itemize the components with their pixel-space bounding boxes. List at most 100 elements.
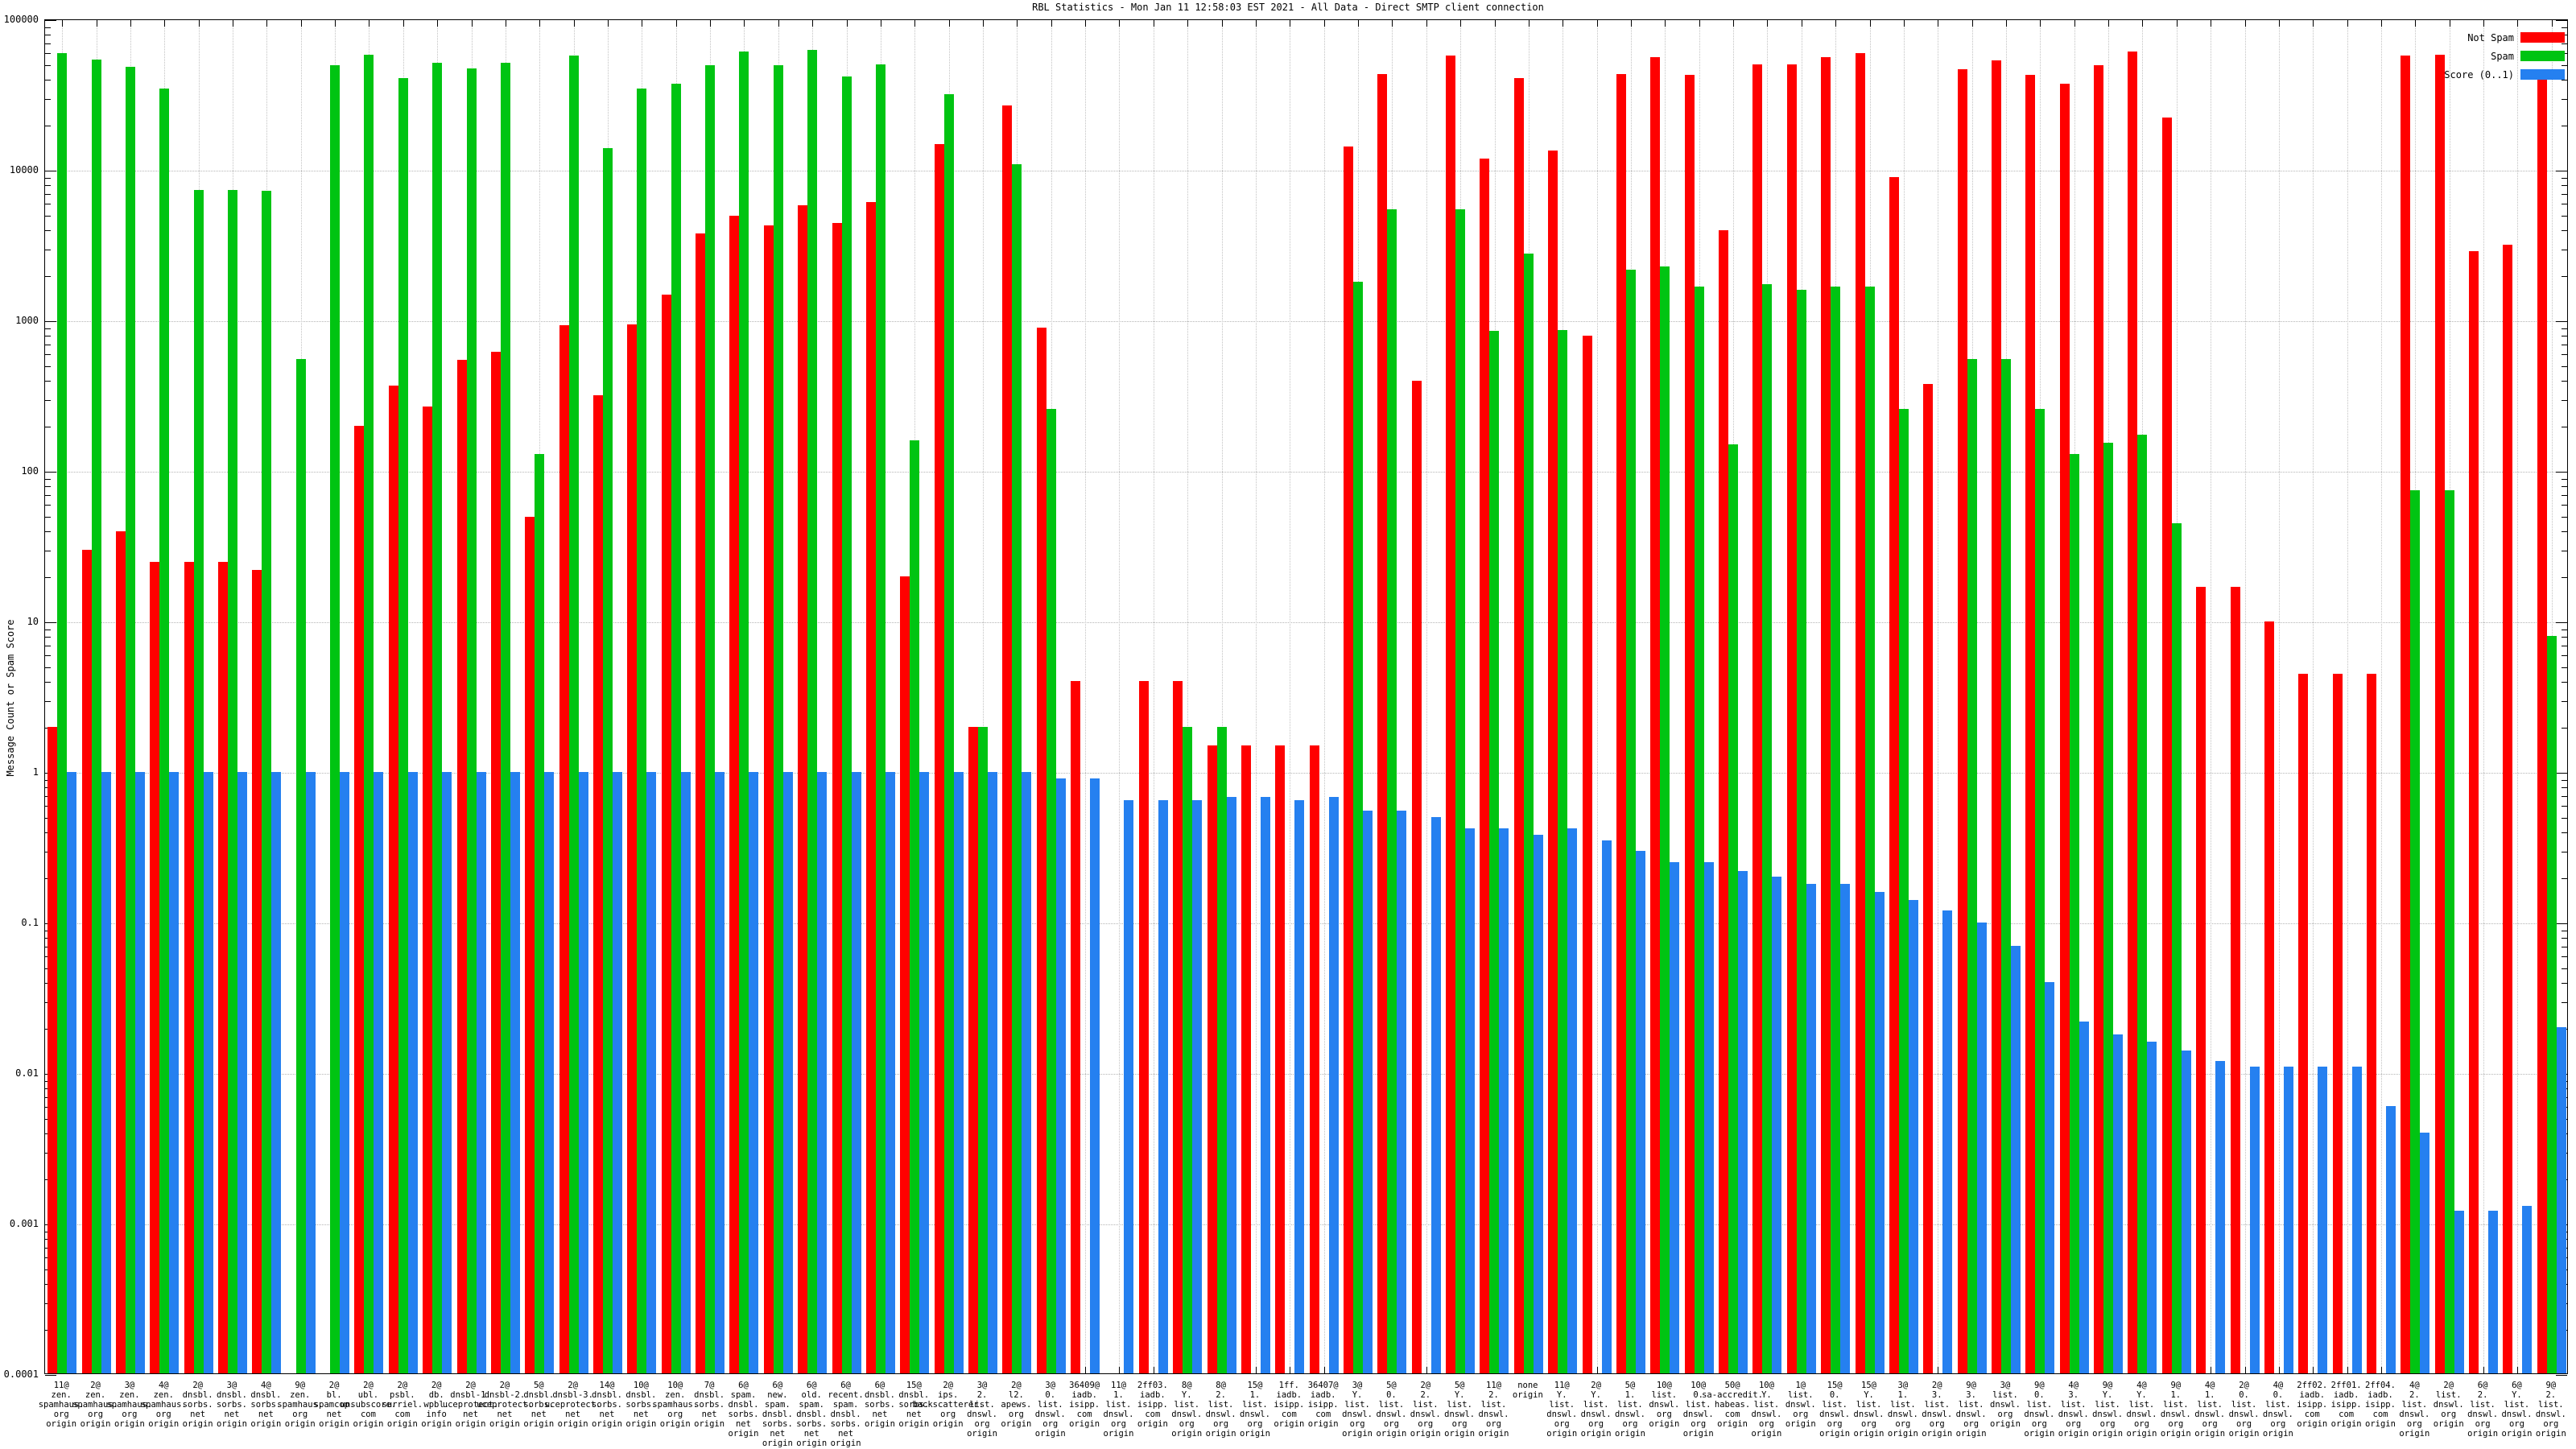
bar-spam-40 <box>1387 209 1397 1373</box>
bar-score-0-1-15 <box>544 772 554 1373</box>
legend-label-spam: Spam <box>2491 51 2514 62</box>
bar-not-spam-42 <box>1446 56 1455 1373</box>
bar-not-spam-51 <box>1752 64 1762 1373</box>
bar-spam-11 <box>398 78 408 1373</box>
bar-score-0-1-64 <box>2215 1061 2225 1373</box>
bar-score-0-1-73 <box>2522 1206 2532 1373</box>
bar-score-0-1-28 <box>988 772 997 1373</box>
y-tick-label: 100 <box>0 466 39 476</box>
bar-not-spam-33 <box>1139 681 1149 1373</box>
bar-not-spam-63 <box>2162 118 2172 1373</box>
spam-swatch-icon <box>2520 51 2565 61</box>
bar-spam-61 <box>2103 443 2113 1373</box>
bar-score-0-1-30 <box>1056 778 1066 1373</box>
bar-group-47 <box>1614 20 1648 1373</box>
legend: Not Spam Spam Score (0..1) <box>2444 32 2565 88</box>
y-tick-label: 0.0001 <box>0 1369 39 1379</box>
bar-group-63 <box>2160 20 2194 1373</box>
bar-group-9 <box>318 20 352 1373</box>
y-tick-label: 0.01 <box>0 1068 39 1078</box>
bar-not-spam-69 <box>2367 674 2376 1373</box>
score-swatch-icon <box>2520 69 2565 80</box>
bar-not-spam-12 <box>423 407 432 1373</box>
bar-not-spam-4 <box>150 562 159 1373</box>
bar-group-38 <box>1307 20 1341 1373</box>
bar-score-0-1-63 <box>2182 1051 2191 1373</box>
bar-not-spam-7 <box>252 570 262 1373</box>
bar-not-spam-24 <box>832 223 842 1373</box>
bar-score-0-1-72 <box>2488 1211 2498 1373</box>
bar-score-0-1-40 <box>1397 811 1406 1373</box>
bar-group-55 <box>1887 20 1921 1373</box>
y-major-tick <box>2556 1375 2567 1376</box>
bar-group-32 <box>1102 20 1136 1373</box>
bar-group-34 <box>1170 20 1204 1373</box>
bar-group-37 <box>1273 20 1307 1373</box>
bar-spam-34 <box>1183 727 1192 1373</box>
bar-group-13 <box>454 20 488 1373</box>
bar-not-spam-67 <box>2298 674 2308 1373</box>
bar-spam-16 <box>569 56 579 1373</box>
bar-score-0-1-49 <box>1704 862 1714 1373</box>
bar-group-46 <box>1579 20 1613 1373</box>
bar-not-spam-1 <box>47 727 57 1373</box>
bar-group-20 <box>693 20 727 1373</box>
bar-score-0-1-29 <box>1022 772 1031 1373</box>
legend-label-score: Score (0..1) <box>2444 69 2514 80</box>
bar-not-spam-60 <box>2060 84 2070 1374</box>
bar-score-0-1-18 <box>646 772 656 1373</box>
bar-not-spam-18 <box>627 324 637 1373</box>
bar-score-0-1-70 <box>2420 1133 2429 1373</box>
plot-area <box>44 19 2568 1374</box>
bar-group-42 <box>1443 20 1477 1373</box>
bar-group-73 <box>2500 20 2534 1373</box>
bar-score-0-1-34 <box>1192 800 1202 1373</box>
bar-not-spam-14 <box>491 352 501 1373</box>
bar-group-64 <box>2194 20 2227 1373</box>
bar-group-65 <box>2227 20 2261 1373</box>
bar-score-0-1-6 <box>237 772 247 1373</box>
bar-not-spam-66 <box>2264 621 2274 1373</box>
bar-not-spam-19 <box>662 295 671 1373</box>
bar-group-31 <box>1068 20 1102 1373</box>
bar-spam-57 <box>1967 359 1977 1373</box>
bar-not-spam-74 <box>2537 71 2547 1373</box>
bar-score-0-1-10 <box>374 772 383 1373</box>
bar-group-11 <box>386 20 420 1373</box>
bar-not-spam-17 <box>593 395 603 1373</box>
bar-score-0-1-38 <box>1329 797 1339 1373</box>
bar-group-68 <box>2330 20 2363 1373</box>
bar-not-spam-62 <box>2128 52 2137 1373</box>
bar-spam-15 <box>535 454 544 1373</box>
bar-group-40 <box>1375 20 1409 1373</box>
bar-score-0-1-21 <box>749 772 758 1373</box>
bar-spam-3 <box>126 67 135 1373</box>
bar-score-0-1-45 <box>1567 828 1577 1373</box>
bar-score-0-1-32 <box>1124 800 1133 1373</box>
bar-spam-55 <box>1899 409 1909 1373</box>
chart-title: RBL Statistics - Mon Jan 11 12:58:03 EST… <box>0 2 2576 13</box>
bar-spam-8 <box>296 359 306 1373</box>
bar-group-10 <box>352 20 386 1373</box>
bar-not-spam-25 <box>866 202 876 1373</box>
bar-not-spam-47 <box>1616 74 1626 1373</box>
bar-score-0-1-23 <box>817 772 827 1373</box>
bar-group-74 <box>2535 20 2569 1373</box>
bar-score-0-1-56 <box>1942 910 1952 1373</box>
bar-not-spam-2 <box>82 550 92 1373</box>
bar-not-spam-71 <box>2435 55 2445 1373</box>
bar-spam-18 <box>637 89 646 1373</box>
y-tick-label: 10000 <box>0 165 39 175</box>
bar-spam-22 <box>774 65 783 1373</box>
bar-group-70 <box>2398 20 2432 1373</box>
bar-not-spam-55 <box>1889 177 1899 1373</box>
y-major-tick <box>45 1375 56 1376</box>
bar-not-spam-61 <box>2094 65 2103 1373</box>
bar-group-60 <box>2058 20 2091 1373</box>
legend-label-not-spam: Not Spam <box>2467 32 2514 43</box>
y-tick-label: 0.1 <box>0 918 39 927</box>
bar-not-spam-41 <box>1412 381 1422 1373</box>
bar-not-spam-35 <box>1208 745 1217 1373</box>
bar-score-0-1-55 <box>1909 900 1918 1373</box>
bar-score-0-1-68 <box>2352 1067 2362 1373</box>
